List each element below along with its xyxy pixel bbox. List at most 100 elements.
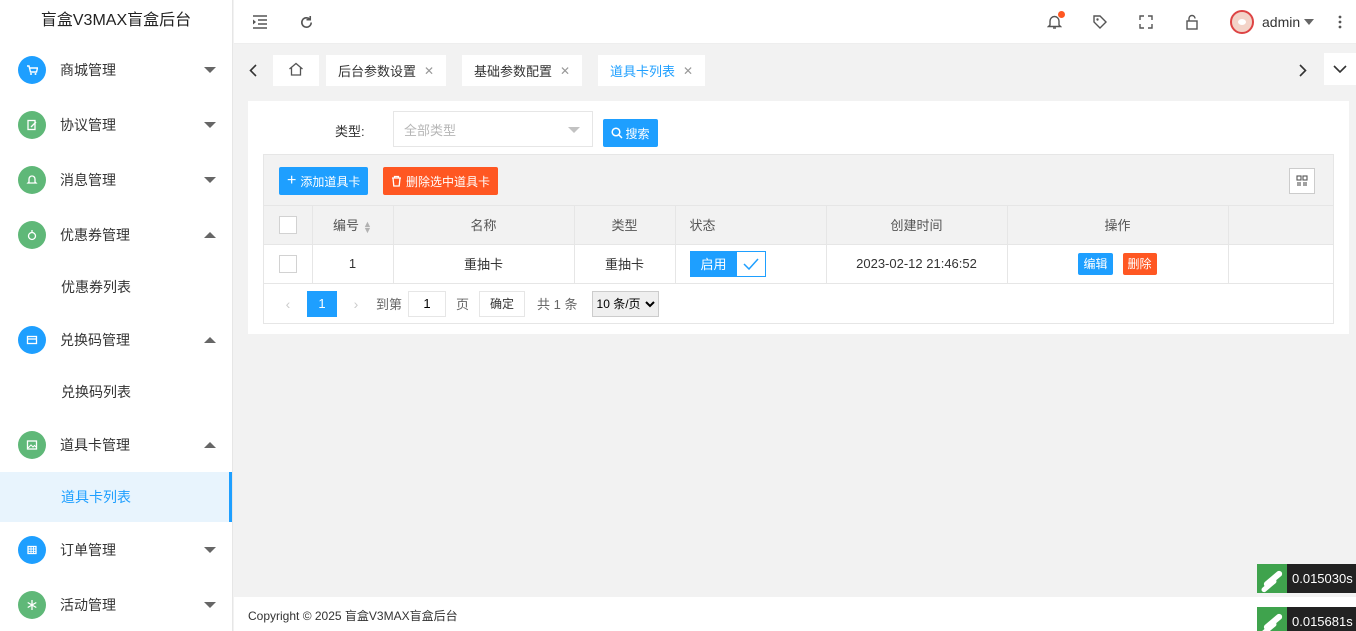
search-button[interactable]: 搜索 — [603, 119, 658, 147]
cell-spacer — [1228, 244, 1333, 284]
user-name: admin — [1262, 14, 1301, 30]
column-header-type: 类型 — [574, 206, 676, 245]
tabs-bar: 后台参数设置 ✕ 基础参数配置 ✕ 道具卡列表 ✕ — [234, 47, 1356, 92]
tag-icon[interactable] — [1088, 10, 1112, 34]
page-unit-label: 页 — [456, 297, 470, 312]
add-button-label: 添加道具卡 — [300, 174, 361, 189]
delete-selected-button[interactable]: 删除选中道具卡 — [383, 167, 499, 195]
page-number-current[interactable]: 1 — [307, 290, 337, 317]
close-icon[interactable]: ✕ — [560, 64, 570, 78]
tab-basic-params[interactable]: 基础参数配置 ✕ — [462, 55, 583, 86]
search-icon — [611, 127, 624, 139]
header-checkbox-cell — [264, 206, 313, 245]
page-size-select[interactable]: 10 条/页 — [591, 290, 659, 317]
close-icon[interactable]: ✕ — [683, 64, 693, 78]
caret-down-icon — [568, 127, 580, 133]
status-switch[interactable]: 启用 — [689, 250, 766, 277]
column-header-actions: 操作 — [1007, 206, 1229, 245]
pagination: ‹ 1 › 到第 页 确定 共 1 条 10 条/页 — [264, 284, 1333, 324]
sidebar-subitem-redeem-list[interactable]: 兑换码列表 — [0, 367, 232, 417]
search-button-label: 搜索 — [625, 126, 650, 141]
cell-name: 重抽卡 — [393, 244, 575, 284]
user-menu[interactable]: admin — [1230, 9, 1315, 35]
card-icon — [18, 325, 46, 354]
status-switch-label: 启用 — [690, 251, 737, 276]
fullscreen-icon[interactable] — [1134, 10, 1158, 34]
sidebar-item-prop-card[interactable]: 道具卡管理 — [0, 417, 232, 472]
sidebar-item-coupon[interactable]: 优惠券管理 — [0, 207, 232, 262]
app-title: 盲盒V3MAX盲盒后台 — [40, 12, 192, 29]
tab-label: 后台参数设置 — [338, 64, 417, 79]
goto-page-input[interactable] — [408, 290, 447, 317]
sort-icon[interactable]: ▲ ▼ — [363, 219, 372, 234]
table-toolbar: + 添加道具卡 删除选中道具卡 — [264, 155, 1333, 206]
bell-icon[interactable] — [1042, 10, 1066, 34]
chevron-down-icon — [204, 121, 216, 128]
chevron-down-icon — [204, 176, 216, 183]
sidebar-item-agreement[interactable]: 协议管理 — [0, 97, 232, 152]
sidebar-item-redeem-code[interactable]: 兑换码管理 — [0, 312, 232, 367]
type-select-placeholder: 全部类型 — [404, 122, 457, 138]
chevron-up-icon — [204, 231, 216, 238]
delete-button[interactable]: 删除 — [1122, 252, 1157, 275]
footer: Copyright © 2025 盲盒V3MAX盲盒后台 — [234, 597, 1356, 631]
tab-backend-params[interactable]: 后台参数设置 ✕ — [326, 55, 447, 86]
bell-icon — [18, 165, 46, 194]
tab-prop-card-list[interactable]: 道具卡列表 ✕ — [598, 55, 706, 86]
goto-confirm-button[interactable]: 确定 — [479, 290, 526, 317]
sidebar-subitem-prop-card-list[interactable]: 道具卡列表 — [0, 472, 232, 522]
cell-created: 2023-02-12 21:46:52 — [826, 244, 1008, 284]
trash-icon — [391, 175, 402, 187]
columns-filter-icon[interactable] — [1289, 168, 1315, 194]
leaf-logo-icon — [1257, 607, 1287, 631]
plus-icon: + — [287, 172, 297, 189]
sidebar-item-label: 订单管理 — [60, 541, 116, 558]
cart-icon — [18, 55, 46, 84]
sidebar-item-label: 活动管理 — [60, 596, 116, 613]
avatar — [1230, 10, 1254, 34]
table-row: 1 重抽卡 重抽卡 启用 2023-02-12 21:46:52 编辑 删除 — [264, 244, 1333, 284]
total-count: 共 1 条 — [537, 297, 578, 312]
sidebar-item-activity[interactable]: 活动管理 — [0, 577, 232, 631]
sidebar-item-label: 优惠券管理 — [60, 226, 130, 243]
sidebar-item-order[interactable]: 订单管理 — [0, 522, 232, 577]
prev-page-icon[interactable]: ‹ — [274, 296, 302, 312]
edit-button[interactable]: 编辑 — [1078, 252, 1113, 275]
row-checkbox-cell — [264, 244, 313, 284]
chevron-up-icon — [204, 336, 216, 343]
menu-fold-icon[interactable] — [248, 10, 272, 34]
tab-home[interactable] — [273, 55, 319, 86]
column-header-spacer — [1228, 206, 1333, 245]
next-page-icon[interactable]: › — [342, 296, 370, 312]
close-icon[interactable]: ✕ — [424, 64, 434, 78]
type-select[interactable]: 全部类型 — [393, 111, 593, 147]
sidebar-subitem-coupon-list[interactable]: 优惠券列表 — [0, 262, 232, 312]
perf-time: 0.015681s — [1287, 607, 1356, 631]
more-icon[interactable] — [1328, 10, 1352, 34]
tabs-next-icon[interactable] — [1290, 55, 1316, 85]
tabs-dropdown-icon[interactable] — [1324, 53, 1356, 85]
goto-label: 到第 — [376, 297, 403, 312]
cell-status: 启用 — [675, 244, 827, 284]
perf-time: 0.015030s — [1287, 564, 1356, 593]
caret-down-icon — [1304, 19, 1315, 25]
refresh-icon[interactable] — [294, 10, 318, 34]
snowflake-icon — [18, 590, 46, 619]
chevron-down-icon — [204, 601, 216, 608]
sidebar-item-label: 商城管理 — [60, 61, 116, 78]
sidebar-item-mall[interactable]: 商城管理 — [0, 42, 232, 97]
select-all-checkbox[interactable] — [278, 215, 297, 234]
column-header-id[interactable]: 编号 ▲ ▼ — [312, 206, 394, 245]
perf-widget: 0.015030s — [1257, 564, 1356, 593]
type-filter-label: 类型: — [335, 124, 365, 139]
tabs-prev-icon[interactable] — [240, 55, 266, 85]
tab-label: 基础参数配置 — [474, 64, 553, 79]
notification-dot — [1058, 11, 1065, 18]
lock-icon[interactable] — [1180, 10, 1204, 34]
add-prop-card-button[interactable]: + 添加道具卡 — [279, 167, 369, 195]
chevron-down-icon — [204, 546, 216, 553]
document-edit-icon — [18, 110, 46, 139]
sidebar-item-message[interactable]: 消息管理 — [0, 152, 232, 207]
check-icon — [736, 251, 765, 276]
row-checkbox[interactable] — [278, 254, 297, 273]
